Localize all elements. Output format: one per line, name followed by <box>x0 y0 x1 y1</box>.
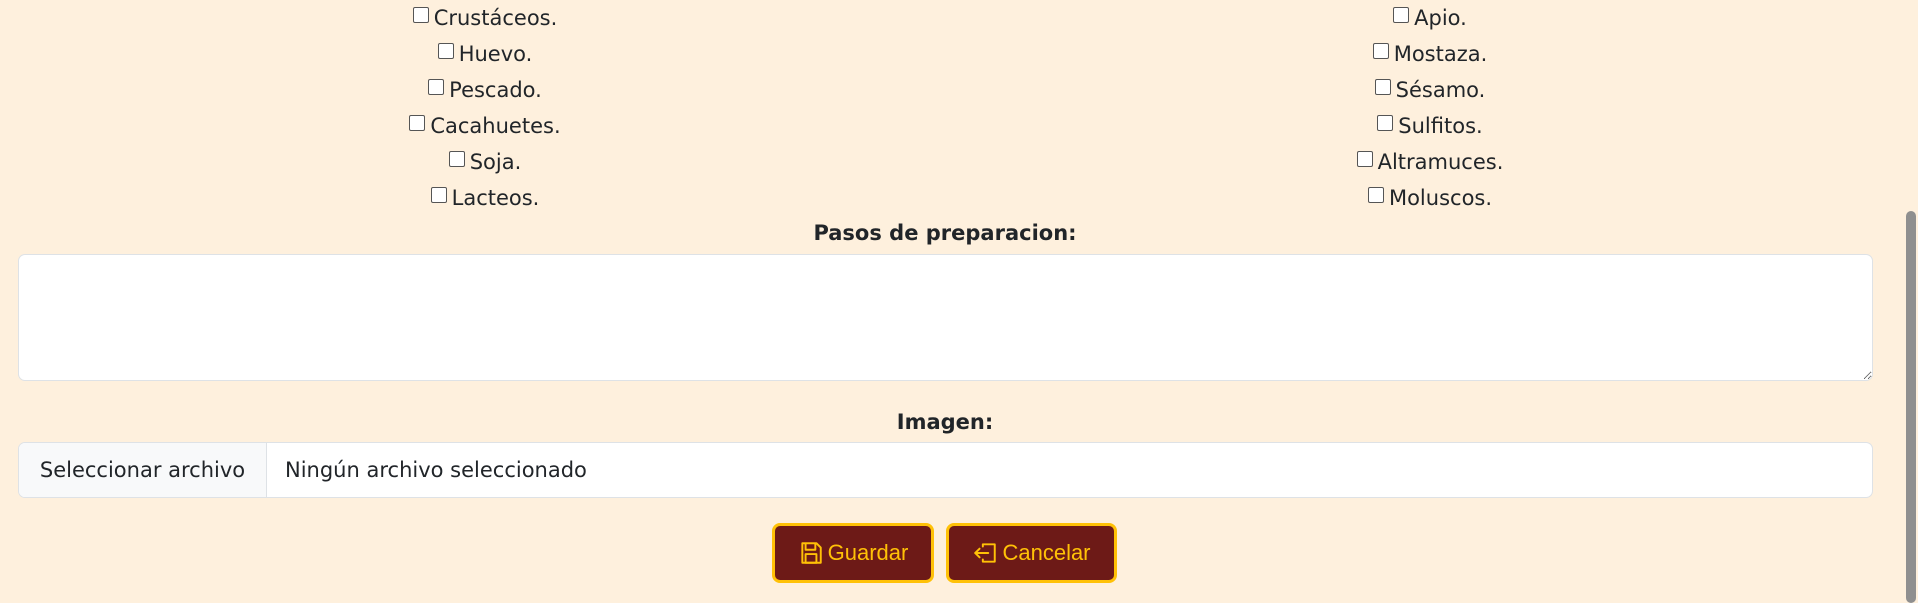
allergen-list-right: Apio. Mostaza. Sésamo. Sulfitos. Altramu… <box>1110 0 1750 216</box>
allergen-checkbox-sesamo[interactable]: Sésamo. <box>1110 72 1750 108</box>
save-button[interactable]: Guardar <box>772 523 934 583</box>
checkbox[interactable] <box>1372 43 1389 59</box>
file-status-text: Ningún archivo seleccionado <box>285 458 587 482</box>
checkbox[interactable] <box>412 7 429 23</box>
floppy-disk-icon <box>798 540 824 566</box>
checkbox[interactable] <box>437 43 454 59</box>
allergen-label: Soja. <box>469 150 522 174</box>
allergen-list-left: Crustáceos. Huevo. Pescado. Cacahuetes. … <box>165 0 805 216</box>
checkbox[interactable] <box>409 115 426 131</box>
allergen-label: Apio. <box>1414 6 1467 30</box>
allergen-label: Huevo. <box>458 42 533 66</box>
recipe-form: Crustáceos. Huevo. Pescado. Cacahuetes. … <box>0 0 1903 603</box>
allergen-checkbox-mostaza[interactable]: Mostaza. <box>1110 36 1750 72</box>
allergen-checkbox-soja[interactable]: Soja. <box>165 144 805 180</box>
image-label: Imagen: <box>896 410 994 434</box>
scrollbar-thumb[interactable] <box>1906 211 1916 603</box>
save-label: Guardar <box>827 540 909 565</box>
exit-icon <box>972 540 998 566</box>
allergen-checkbox-crustaceos[interactable]: Crustáceos. <box>165 0 805 36</box>
checkbox[interactable] <box>1367 187 1384 203</box>
scrollbar[interactable] <box>1903 0 1918 603</box>
allergen-checkbox-lacteos[interactable]: Lacteos. <box>165 180 805 216</box>
checkbox[interactable] <box>1374 79 1391 95</box>
allergen-label: Pescado. <box>449 78 542 102</box>
allergen-checkbox-sulfitos[interactable]: Sulfitos. <box>1110 108 1750 144</box>
steps-textarea[interactable] <box>18 254 1873 381</box>
checkbox[interactable] <box>1393 7 1410 23</box>
allergen-checkbox-pescado[interactable]: Pescado. <box>165 72 805 108</box>
allergen-checkbox-altramuces[interactable]: Altramuces. <box>1110 144 1750 180</box>
select-file-button[interactable]: Seleccionar archivo <box>19 443 267 497</box>
allergen-checkbox-cacahuetes[interactable]: Cacahuetes. <box>165 108 805 144</box>
checkbox[interactable] <box>1356 151 1373 167</box>
image-file-input[interactable]: Seleccionar archivo Ningún archivo selec… <box>18 442 1873 498</box>
allergen-checkbox-moluscos[interactable]: Moluscos. <box>1110 180 1750 216</box>
allergen-label: Mostaza. <box>1393 42 1488 66</box>
cancel-button[interactable]: Cancelar <box>946 523 1117 583</box>
checkbox[interactable] <box>448 151 465 167</box>
allergen-checkbox-huevo[interactable]: Huevo. <box>165 36 805 72</box>
allergen-label: Altramuces. <box>1377 150 1504 174</box>
cancel-label: Cancelar <box>1002 540 1091 565</box>
checkbox[interactable] <box>428 79 445 95</box>
checkbox[interactable] <box>1377 115 1394 131</box>
allergen-label: Lacteos. <box>451 186 540 210</box>
allergen-label: Cacahuetes. <box>430 114 561 138</box>
allergen-label: Crustáceos. <box>433 6 558 30</box>
allergen-checkbox-apio[interactable]: Apio. <box>1110 0 1750 36</box>
checkbox[interactable] <box>430 187 447 203</box>
allergen-label: Sésamo. <box>1395 78 1486 102</box>
allergen-label: Moluscos. <box>1388 186 1493 210</box>
steps-label: Pasos de preparacion: <box>813 221 1077 245</box>
allergen-label: Sulfitos. <box>1398 114 1483 138</box>
